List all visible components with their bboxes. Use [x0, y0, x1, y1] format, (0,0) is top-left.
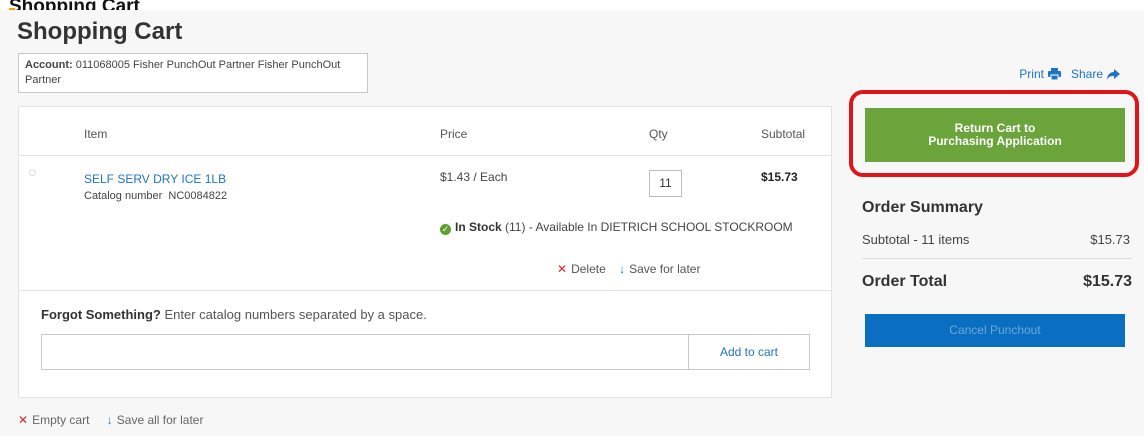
add-to-cart-button[interactable]: Add to cart	[688, 334, 810, 370]
item-price: $1.43 / Each	[440, 170, 508, 184]
catalog-numbers-input[interactable]	[41, 334, 689, 370]
forgot-instructions: Enter catalog numbers separated by a spa…	[164, 307, 427, 322]
order-total-row: Order Total $15.73	[862, 273, 1132, 291]
catalog-label: Catalog number	[84, 190, 163, 202]
top-strip: Shopping Cart	[0, 0, 1144, 10]
header-item: Item	[84, 127, 108, 141]
cancel-punchout-button[interactable]: Cancel Punchout	[865, 314, 1125, 347]
print-label: Print	[1019, 67, 1044, 81]
share-arrow-icon	[1107, 68, 1120, 80]
cart-panel: Item Price Qty Subtotal SELF SERV DRY IC…	[18, 106, 832, 398]
header-divider	[19, 155, 831, 156]
account-label: Account:	[25, 59, 73, 71]
header-qty: Qty	[649, 127, 668, 141]
top-links: Print Share	[1019, 67, 1120, 81]
stock-status: ✓ In Stock (11) - Available In DIETRICH S…	[440, 220, 793, 235]
summary-divider	[862, 258, 1132, 259]
forgot-divider	[19, 290, 831, 291]
header-price: Price	[440, 127, 468, 141]
save-all-link[interactable]: ↓ Save all for later	[93, 413, 204, 427]
save-all-label: Save all for later	[116, 413, 204, 427]
empty-cart-link[interactable]: ✕ Empty cart	[18, 413, 89, 427]
account-value: 011068005 Fisher PunchOut Partner Fisher…	[25, 59, 341, 86]
share-link[interactable]: Share	[1071, 67, 1120, 81]
stock-detail: (11) - Available In DIETRICH SCHOOL STOC…	[505, 220, 793, 234]
return-button-line2: Purchasing Application	[928, 134, 1062, 148]
empty-x-icon: ✕	[18, 413, 29, 427]
delete-link[interactable]: ✕ Delete	[557, 262, 606, 276]
forgot-prompt: Forgot Something? Enter catalog numbers …	[41, 307, 427, 322]
quantity-input[interactable]: 11	[649, 170, 682, 197]
printer-icon	[1047, 68, 1061, 80]
top-peek-title: Shopping Cart	[9, 0, 140, 10]
delete-label: Delete	[571, 262, 606, 276]
order-total-label: Order Total	[862, 273, 948, 290]
item-name-link[interactable]: SELF SERV DRY ICE 1LB	[84, 172, 226, 186]
page-title: Shopping Cart	[17, 18, 183, 45]
down-arrow-icon: ↓	[619, 262, 626, 276]
summary-subtotal-row: Subtotal - 11 items $15.73	[862, 232, 1130, 247]
summary-subtotal-label: Subtotal - 11 items	[862, 232, 970, 247]
stock-label: In Stock	[455, 220, 502, 234]
save-later-label: Save for later	[629, 262, 701, 276]
save-all-arrow-icon: ↓	[106, 413, 113, 427]
return-cart-button[interactable]: Return Cart to Purchasing Application	[865, 108, 1125, 162]
accent-mark	[9, 8, 15, 10]
order-summary-title: Order Summary	[862, 199, 983, 216]
account-box: Account: 011068005 Fisher PunchOut Partn…	[18, 53, 368, 93]
delete-x-icon: ✕	[557, 262, 568, 276]
summary-subtotal-value: $15.73	[1090, 232, 1130, 247]
share-label: Share	[1070, 67, 1103, 81]
item-select-radio[interactable]	[29, 169, 36, 176]
check-circle-icon: ✓	[440, 224, 451, 235]
bottom-actions: ✕ Empty cart ↓ Save all for later	[18, 413, 203, 427]
header-subtotal: Subtotal	[761, 127, 806, 141]
row-actions: ✕ Delete ↓ Save for later	[557, 262, 700, 276]
save-later-link[interactable]: ↓ Save for later	[609, 262, 700, 276]
catalog-value: NC0084822	[168, 190, 228, 202]
empty-cart-label: Empty cart	[32, 413, 90, 427]
item-subtotal: $15.73	[761, 170, 798, 184]
print-link[interactable]: Print	[1019, 67, 1061, 81]
catalog-number: Catalog number NC0084822	[84, 190, 227, 202]
order-total-value: $15.73	[1083, 273, 1132, 290]
forgot-bold: Forgot Something?	[41, 307, 161, 322]
